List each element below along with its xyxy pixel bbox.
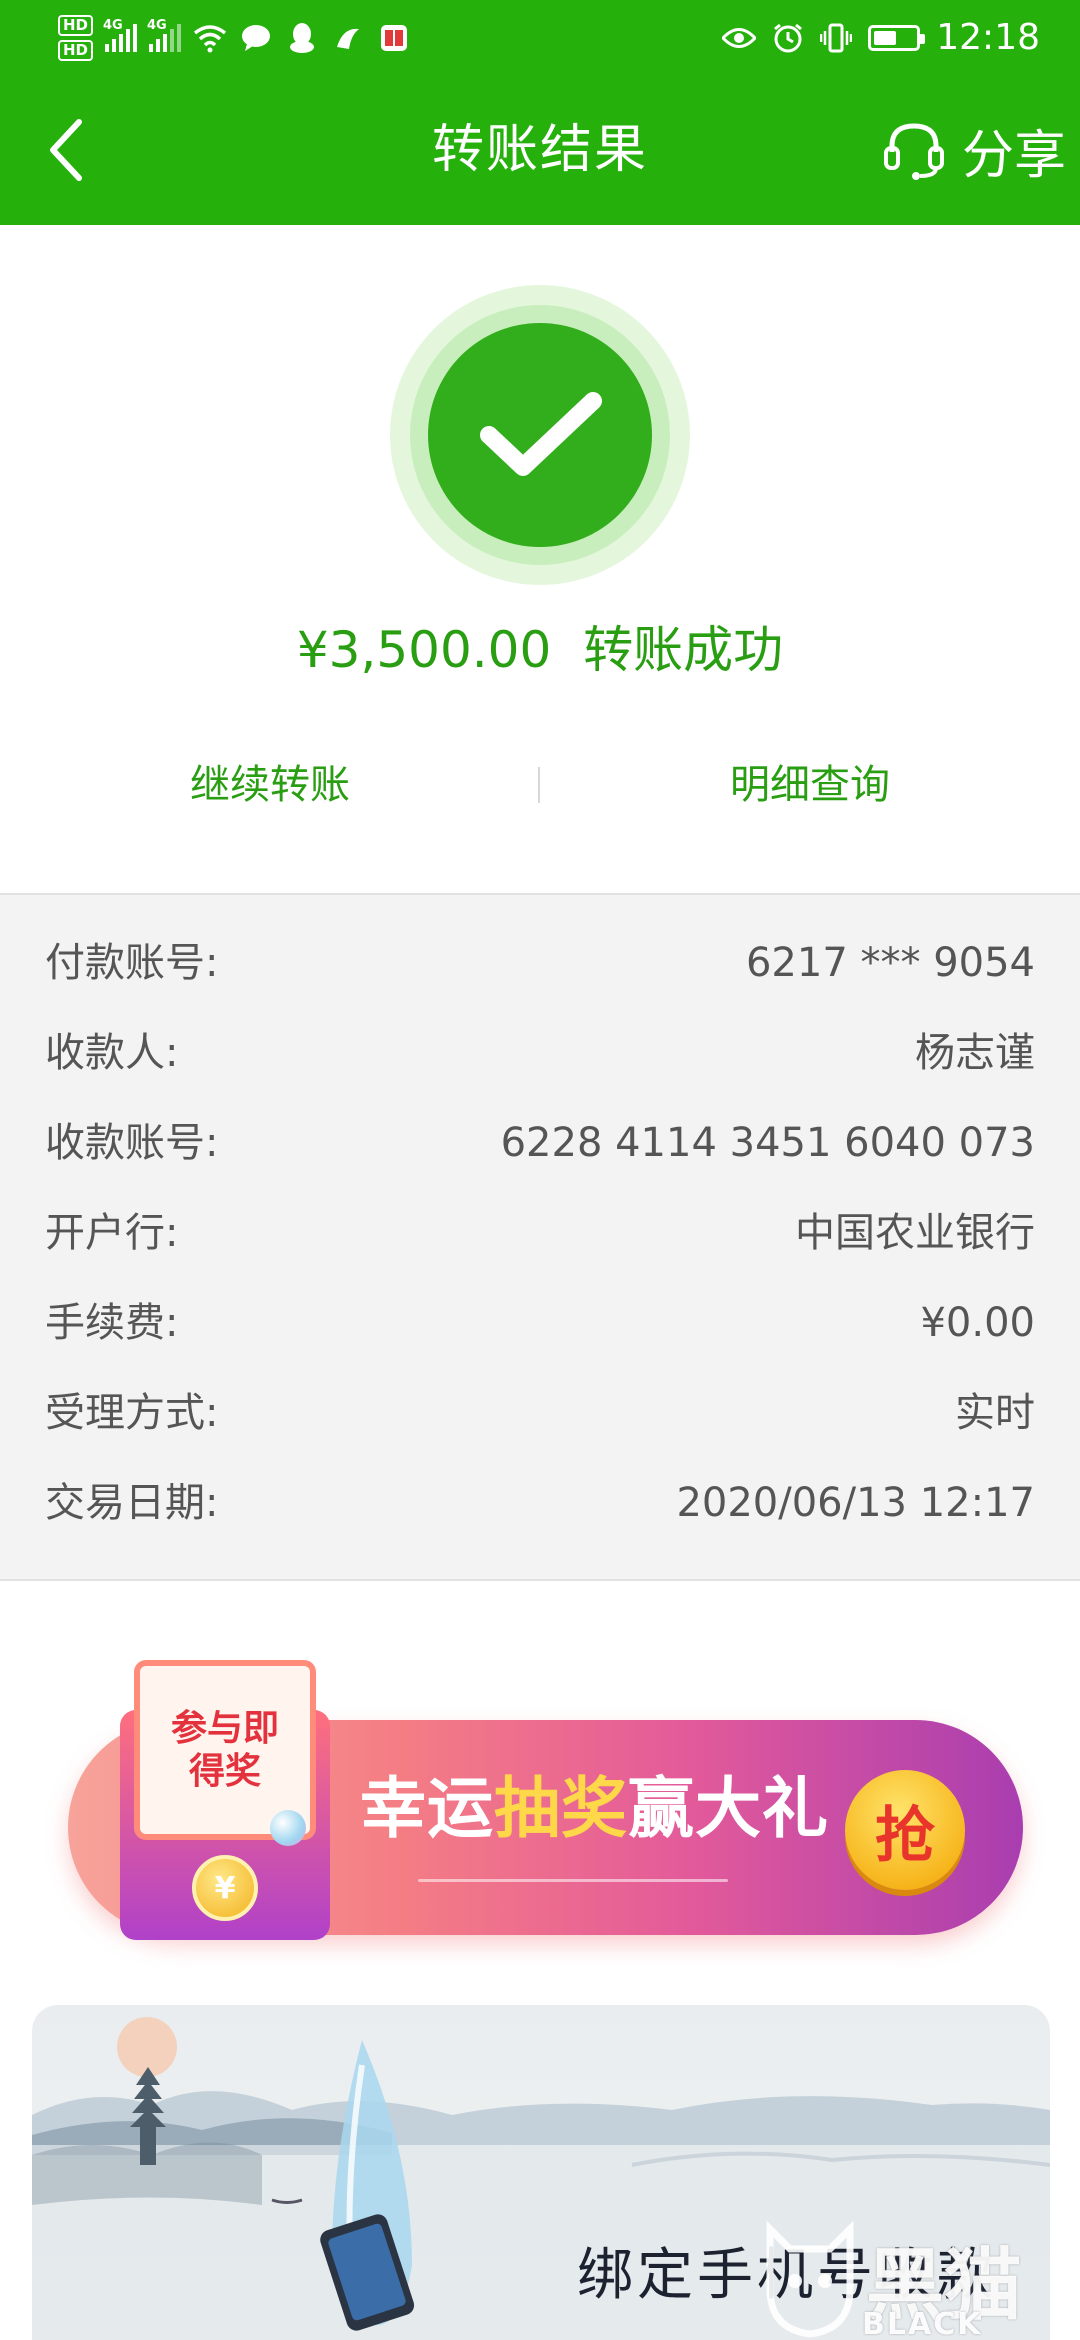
- status-left: HD HD 4G 4G: [58, 8, 411, 68]
- detail-row-payee: 收款人: 杨志谨: [0, 1008, 1080, 1098]
- detail-label: 付款账号:: [45, 940, 219, 986]
- chat-icon: [239, 21, 273, 55]
- detail-row-fee: 手续费: ¥0.00: [0, 1278, 1080, 1368]
- detail-label: 手续费:: [45, 1300, 179, 1346]
- banner-text-b: 抽奖: [494, 1770, 628, 1847]
- red-envelope-icon: 参与即 得奖 ¥: [120, 1650, 330, 1950]
- detail-label: 收款人:: [45, 1030, 179, 1076]
- share-label: 分享: [961, 125, 1066, 186]
- success-check-icon: [428, 323, 652, 547]
- detail-row-payee-account: 收款账号: 6228 4114 3451 6040 073: [0, 1098, 1080, 1188]
- transfer-result-screen: HD HD 4G 4G 12:18 转账结果 分享 ¥3,500.00 转账成功…: [0, 0, 1080, 2340]
- detail-row-method: 受理方式: 实时: [0, 1368, 1080, 1458]
- detail-value: ¥0.00: [920, 1300, 1035, 1346]
- pearl-icon: [270, 1810, 306, 1846]
- detail-label: 开户行:: [45, 1210, 179, 1256]
- net1-label: 4G: [103, 18, 123, 33]
- banner-headline: 幸运抽奖赢大礼: [360, 1755, 829, 1851]
- envelope-text-2: 得奖: [188, 1751, 261, 1792]
- book-icon: [377, 21, 411, 55]
- battery-icon: [868, 24, 926, 51]
- coin-symbol: ¥: [214, 1870, 236, 1906]
- detail-value: 2020/06/13 12:17: [676, 1480, 1035, 1526]
- coin-icon: ¥: [192, 1855, 258, 1921]
- detail-value: 6228 4114 3451 6040 073: [500, 1120, 1035, 1166]
- eye-icon: [722, 27, 757, 48]
- hd1-label: HD: [58, 15, 94, 36]
- status-time: 12:18: [936, 17, 1040, 58]
- signal-icon-1: 4G: [103, 18, 138, 52]
- qq-icon: [285, 21, 319, 55]
- envelope-text-1: 参与即: [170, 1707, 279, 1749]
- transfer-details: 付款账号: 6217 *** 9054 收款人: 杨志谨 收款账号: 6228 …: [0, 893, 1080, 1581]
- detail-value: 杨志谨: [915, 1030, 1035, 1076]
- black-cat-logo-icon: [766, 2220, 854, 2338]
- transfer-status: 转账成功: [583, 621, 784, 679]
- detail-value: 中国农业银行: [795, 1210, 1035, 1256]
- detail-value: 6217 *** 9054: [745, 940, 1035, 986]
- detail-label: 交易日期:: [45, 1480, 219, 1526]
- banner-text-a: 幸运: [360, 1770, 494, 1847]
- nav-bar: 转账结果 分享: [0, 75, 1080, 225]
- banner-text-c: 赢大礼: [628, 1770, 829, 1847]
- detail-query-button[interactable]: 明细查询: [540, 735, 1080, 835]
- lottery-banner[interactable]: 参与即 得奖 ¥ 幸运抽奖赢大礼 抢: [60, 1650, 1023, 1950]
- app-icon: [331, 21, 365, 55]
- banner-underline: [418, 1879, 728, 1882]
- alarm-icon: [774, 23, 803, 52]
- hd2-label: HD: [58, 40, 94, 61]
- transfer-amount: ¥3,500.00: [296, 621, 552, 679]
- wifi-icon: [193, 21, 227, 55]
- result-section: ¥3,500.00 转账成功 继续转账 明细查询: [0, 225, 1080, 895]
- status-bar: HD HD 4G 4G 12:18: [0, 0, 1080, 75]
- detail-label: 受理方式:: [45, 1390, 219, 1436]
- signal-icon-2: 4G: [147, 18, 182, 52]
- vibrate-icon: [820, 23, 853, 52]
- black-cat-watermark: 黑猫 BLACK CAT: [756, 2215, 1046, 2340]
- result-actions: 继续转账 明细查询: [0, 735, 1080, 835]
- detail-label: 收款账号:: [45, 1120, 219, 1166]
- watermark-subtext: BLACK CAT: [862, 2307, 983, 2340]
- detail-row-payer-account: 付款账号: 6217 *** 9054: [0, 918, 1080, 1008]
- status-right: 12:18: [722, 0, 1040, 75]
- share-button[interactable]: 分享: [882, 75, 1066, 225]
- detail-row-date: 交易日期: 2020/06/13 12:17: [0, 1458, 1080, 1548]
- result-summary: ¥3,500.00 转账成功: [0, 610, 1080, 682]
- net2-label: 4G: [147, 18, 167, 33]
- promo-image[interactable]: 绑定手机号收款 黑猫 BLACK CAT: [32, 2005, 1050, 2340]
- headset-service-icon: [883, 123, 944, 180]
- grab-button[interactable]: 抢: [845, 1770, 965, 1890]
- hd-indicator: HD HD: [58, 15, 94, 61]
- continue-transfer-button[interactable]: 继续转账: [0, 735, 540, 835]
- detail-row-bank: 开户行: 中国农业银行: [0, 1188, 1080, 1278]
- detail-value: 实时: [955, 1390, 1035, 1436]
